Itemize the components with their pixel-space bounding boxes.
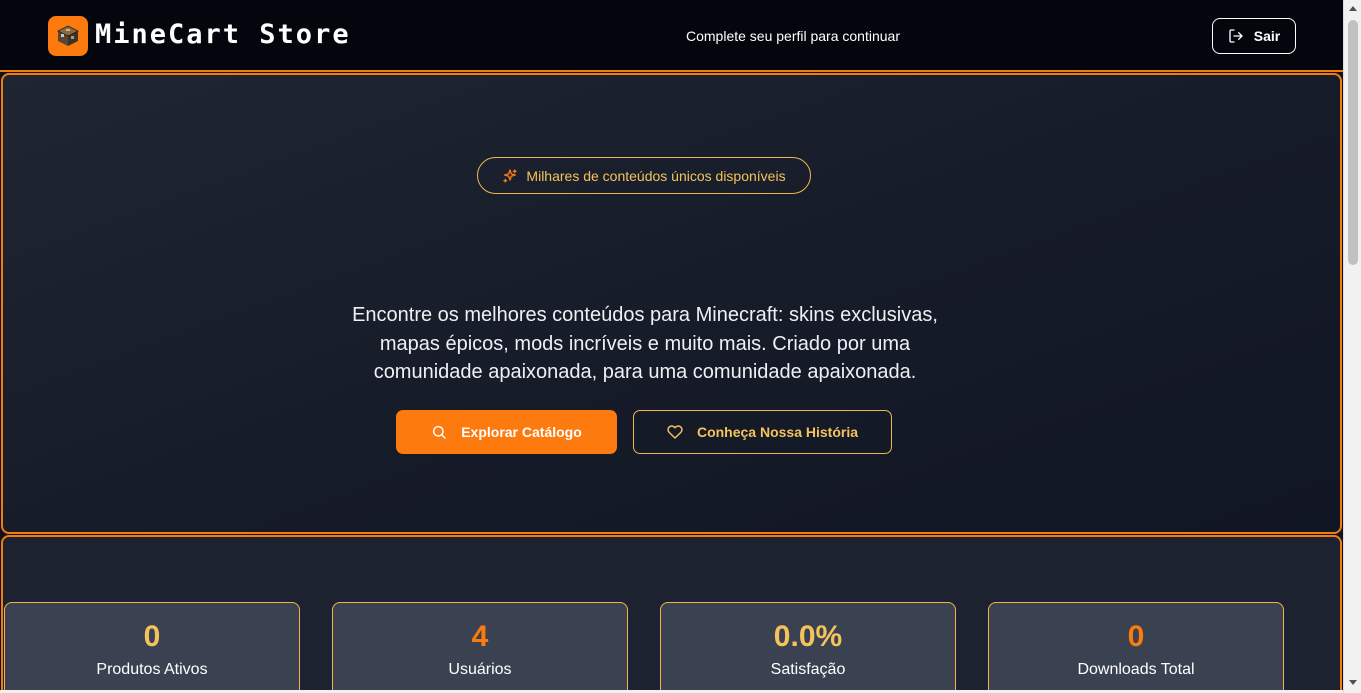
stat-value: 0 — [1127, 620, 1145, 653]
stat-label: Satisfação — [770, 661, 846, 678]
logout-button[interactable]: Sair — [1212, 18, 1296, 54]
hero-section: Milhares de conteúdos únicos disponíveis… — [1, 73, 1342, 534]
profile-notice: Complete seu perfil para continuar — [685, 28, 900, 44]
minecraft-block-icon — [57, 25, 79, 46]
our-story-label: Conheça Nossa História — [696, 424, 859, 440]
content-badge: Milhares de conteúdos únicos disponíveis — [477, 157, 811, 194]
scroll-up-arrow-icon[interactable] — [1349, 6, 1357, 11]
stat-label: Produtos Ativos — [96, 661, 208, 678]
top-header: MineCart Store Complete seu perfil para … — [0, 0, 1343, 72]
stat-card-products: 0 Produtos Ativos — [4, 602, 300, 693]
heart-icon — [667, 425, 683, 439]
stat-label: Downloads Total — [1077, 661, 1195, 678]
explore-catalog-label: Explorar Catálogo — [461, 424, 582, 440]
stat-value: 4 — [471, 620, 489, 653]
explore-catalog-button[interactable]: Explorar Catálogo — [396, 410, 617, 454]
brand-name[interactable]: MineCart Store — [95, 19, 351, 51]
logo[interactable] — [48, 16, 88, 56]
stat-value: 0 — [143, 620, 161, 653]
scrollbar-thumb[interactable] — [1348, 20, 1358, 265]
stat-value: 0.0% — [773, 620, 843, 653]
stat-label: Usuários — [448, 661, 512, 678]
stats-section: 0 Produtos Ativos 4 Usuários 0.0% Satisf… — [1, 535, 1342, 693]
our-story-button[interactable]: Conheça Nossa História — [633, 410, 892, 454]
stat-card-satisfaction: 0.0% Satisfação — [660, 602, 956, 693]
stat-card-downloads: 0 Downloads Total — [988, 602, 1284, 693]
hero-tagline: Encontre os melhores conteúdos para Mine… — [352, 304, 938, 383]
logout-icon — [1229, 29, 1243, 43]
scroll-down-arrow-icon[interactable] — [1349, 680, 1357, 685]
badge-text: Milhares de conteúdos únicos disponíveis — [526, 167, 786, 184]
stat-card-users: 4 Usuários — [332, 602, 628, 693]
sparkles-icon — [503, 168, 518, 183]
search-icon — [433, 425, 446, 439]
logout-label: Sair — [1253, 28, 1281, 44]
vertical-scrollbar[interactable] — [1343, 0, 1361, 693]
